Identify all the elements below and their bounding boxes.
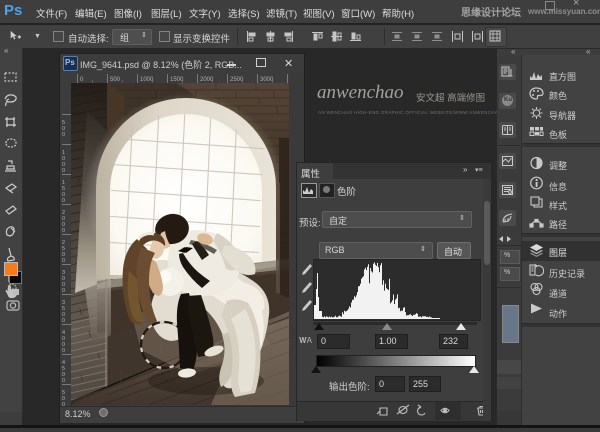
svg-text:0: 0	[62, 132, 65, 138]
svg-text:0: 0	[62, 198, 65, 204]
svg-text:0: 0	[62, 378, 65, 384]
svg-text:0: 0	[62, 288, 65, 294]
svg-text:0: 0	[62, 228, 65, 234]
svg-text:0: 0	[62, 318, 65, 324]
svg-text:0: 0	[62, 348, 65, 354]
svg-text:0: 0	[62, 258, 65, 264]
svg-text:0: 0	[62, 168, 65, 174]
